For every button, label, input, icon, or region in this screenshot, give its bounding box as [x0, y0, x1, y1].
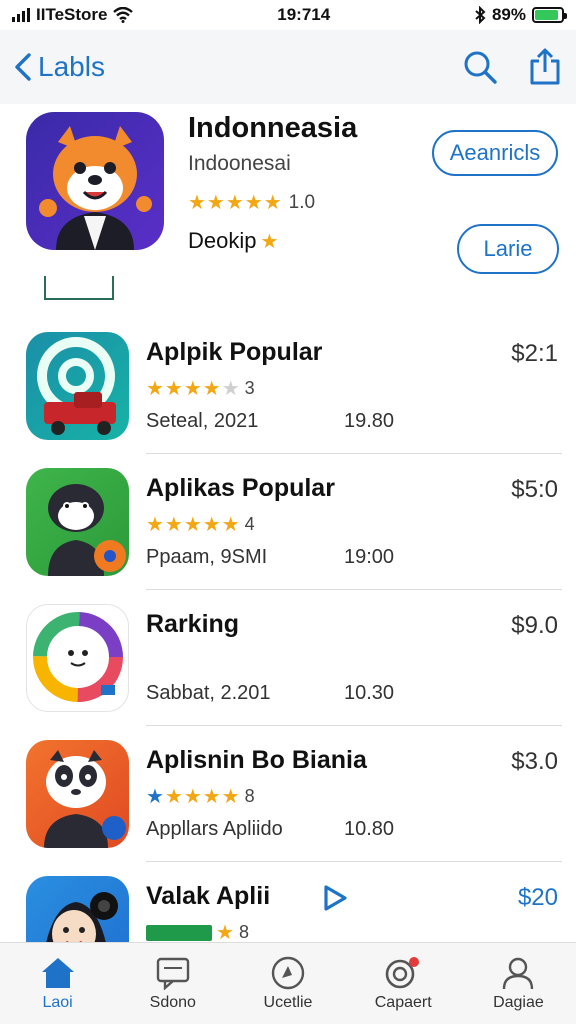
app-rating-value: 8	[238, 922, 249, 942]
app-meta-secondary: 10.80	[344, 818, 395, 840]
search-icon[interactable]	[462, 49, 498, 85]
star-rating-icon: ★★★★★	[188, 192, 283, 214]
status-bar: IITeStore 19:714 89%	[0, 0, 576, 30]
tab-label: Sdono	[149, 993, 196, 1011]
back-button[interactable]: Labls	[14, 51, 105, 83]
carrier-label: IITeStore	[36, 5, 108, 24]
app-rating: ★★★★★ 4	[146, 512, 255, 537]
app-icon	[26, 740, 129, 848]
signal-icon	[12, 8, 30, 22]
featured-extra-label: Deokip	[188, 228, 257, 253]
app-rating: ★★★★★ 8	[146, 784, 255, 809]
app-title: Aplisnin Bo Biania	[146, 746, 367, 774]
tab-label: Dagiae	[493, 993, 544, 1011]
battery-fill	[534, 10, 559, 20]
app-meta-secondary: 19:00	[344, 546, 395, 568]
app-rating: ★★★★★ 3	[146, 376, 255, 401]
app-rating-value: 4	[244, 514, 255, 534]
status-left: IITeStore	[12, 5, 134, 25]
status-right: 89%	[474, 5, 567, 25]
battery-percent: 89%	[491, 5, 526, 24]
list-item[interactable]: Aplpik Popular $2:1 ★★★★★ 3 Seteal, 2021…	[0, 318, 576, 454]
nav-bar: Labls	[0, 30, 576, 104]
app-meta: Appllars Apliido	[146, 818, 283, 840]
tab-label: Ucetlie	[263, 993, 313, 1011]
app-meta: Seteal, 2021	[146, 410, 259, 432]
bluetooth-icon	[475, 6, 486, 24]
featured-primary-button[interactable]: Aeanricls	[432, 130, 558, 176]
tab-compass[interactable]: Ucetlie	[230, 943, 345, 1024]
star-rating-icon: ★★★★★	[146, 786, 241, 808]
app-price[interactable]: $9.0	[511, 612, 558, 640]
list-item[interactable]: Aplikas Popular $5:0 ★★★★★ 4 Ppaam, 9SMI…	[0, 454, 576, 590]
chat-icon	[156, 957, 189, 990]
app-icon	[26, 332, 129, 440]
app-title: Rarking	[146, 610, 240, 638]
featured-app-icon[interactable]	[26, 112, 164, 250]
app-icon	[26, 468, 129, 576]
app-meta-secondary: 10.30	[344, 682, 395, 704]
featured-app: Indonneasia Indoonesai ★★★★★ 1.0 Deokip …	[0, 104, 576, 310]
app-rating-value: 3	[244, 378, 255, 398]
featured-secondary-button[interactable]: Larie	[457, 224, 559, 274]
home-icon	[41, 957, 74, 988]
app-list: Aplpik Popular $2:1 ★★★★★ 3 Seteal, 2021…	[0, 318, 576, 998]
star-rating-icon: ★★★★★	[146, 514, 241, 536]
green-badge-icon	[146, 924, 212, 941]
tab-bar: Laoi Sdono Ucetlie Capaert Dagiae	[0, 942, 576, 1024]
app-price[interactable]: $5:0	[511, 476, 558, 504]
app-meta: Ppaam, 9SMI	[146, 546, 268, 568]
tab-profile[interactable]: Dagiae	[461, 943, 576, 1024]
featured-title: Indonneasia	[188, 112, 358, 144]
chevron-left-icon	[15, 53, 31, 81]
back-label: Labls	[38, 51, 105, 82]
battery-icon	[531, 7, 567, 23]
play-icon	[324, 885, 347, 911]
tab-label: Capaert	[374, 993, 432, 1011]
star-rating-icon: ★★★★★	[146, 378, 241, 400]
share-icon[interactable]	[528, 48, 562, 86]
list-item[interactable]: Rarking $9.0 Sabbat, 2.201 10.30	[0, 590, 576, 726]
featured-rating-value: 1.0	[288, 191, 316, 213]
featured-extra: Deokip ★	[188, 228, 279, 254]
star-icon: ★	[260, 230, 280, 253]
app-rating-value: 8	[244, 786, 255, 806]
nav-actions	[462, 48, 562, 86]
app-title: Aplpik Popular	[146, 338, 323, 366]
compass-icon	[271, 956, 305, 989]
list-item[interactable]: Aplisnin Bo Biania $3.0 ★★★★★ 8 Appllars…	[0, 726, 576, 862]
search-badge-icon	[385, 956, 420, 988]
tab-home[interactable]: Laoi	[0, 943, 115, 1024]
tab-chat[interactable]: Sdono	[115, 943, 230, 1024]
profile-icon	[503, 957, 534, 989]
app-price[interactable]: $3.0	[511, 748, 558, 776]
app-price[interactable]: $20	[518, 884, 558, 912]
app-price[interactable]: $2:1	[511, 340, 558, 368]
app-title: Valak Aplii	[146, 882, 271, 910]
app-meta: Sabbat, 2.201	[146, 682, 271, 704]
app-icon	[26, 604, 129, 712]
app-meta-secondary: 19.80	[344, 410, 395, 432]
featured-subtitle: Indoonesai	[188, 152, 291, 175]
featured-rating: ★★★★★ 1.0	[188, 190, 315, 215]
tab-search[interactable]: Capaert	[346, 943, 461, 1024]
clock: 19:714	[277, 5, 331, 24]
wifi-icon	[113, 7, 134, 23]
tab-label: Laoi	[42, 993, 73, 1011]
bracket-decoration	[44, 276, 114, 300]
app-title: Aplikas Popular	[146, 474, 335, 502]
